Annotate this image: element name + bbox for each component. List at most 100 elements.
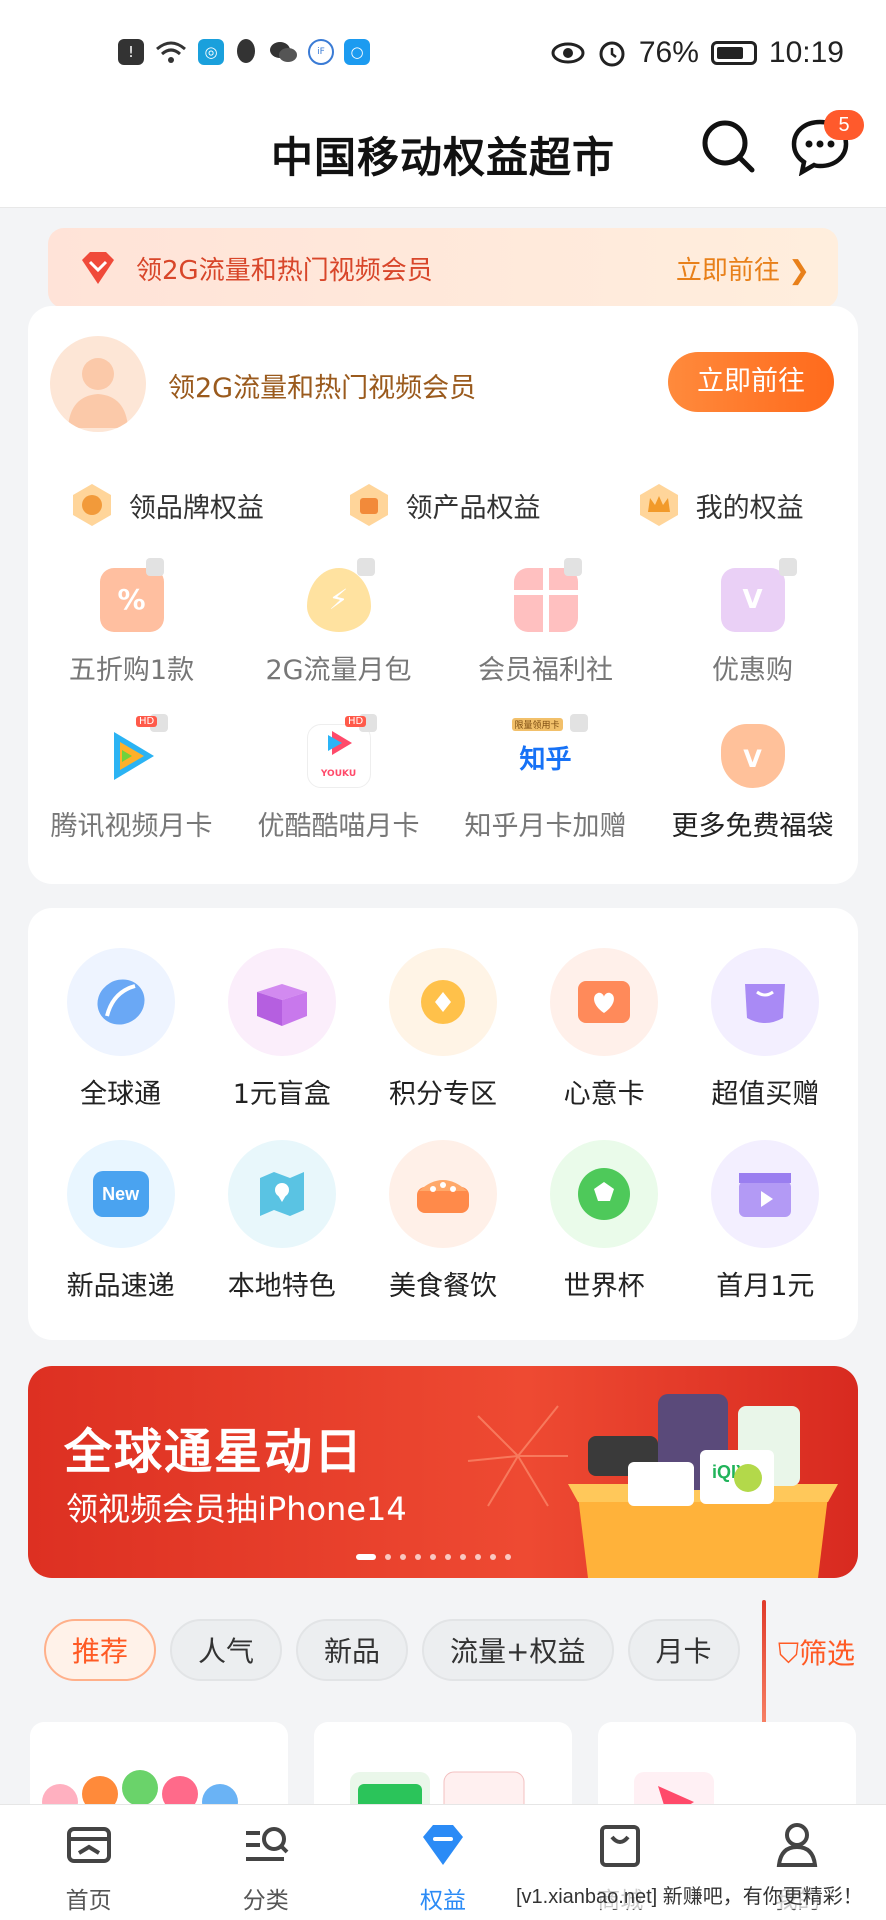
carousel-dot[interactable]: [505, 1554, 511, 1560]
lock-icon: [146, 558, 164, 576]
video-clapper-icon: [711, 1140, 820, 1248]
benefit-2g-data[interactable]: ⚡ 2G流量月包: [235, 558, 442, 687]
banner-subtitle: 领视频会员抽iPhone14: [66, 1490, 407, 1528]
zhihu-logo-text: 知乎: [519, 745, 572, 775]
tab-label: 领品牌权益: [128, 492, 264, 524]
diamond-icon: [82, 252, 114, 284]
carousel-dot[interactable]: [400, 1554, 406, 1560]
nav-home[interactable]: 首页: [0, 1805, 177, 1920]
carousel-dot[interactable]: [356, 1554, 376, 1560]
promo-strip-action[interactable]: 立即前往 ❯: [676, 250, 810, 287]
status-bar: ! ◎ iF ○ 76% 10:19: [0, 0, 886, 110]
carousel-dot[interactable]: [460, 1554, 466, 1560]
go-now-button[interactable]: 立即前往: [668, 352, 834, 412]
benefit-more-lucky-bags[interactable]: V 更多免费福袋: [649, 724, 856, 843]
benefit-member-welfare[interactable]: 会员福利社: [442, 558, 649, 687]
service-global[interactable]: 全球通: [46, 948, 196, 1111]
services-card: 全球通 1元盲盒 积分专区 心意卡 超值买赠 New 新品速递 本地特色 美食餐…: [28, 908, 858, 1340]
promo-banner[interactable]: iQIYI 全球通星动日 领视频会员抽iPhone14: [28, 1366, 858, 1578]
gift-icon: [513, 568, 578, 632]
funnel-icon: ⛉: [778, 1637, 800, 1670]
tab-brand-benefits[interactable]: 领品牌权益: [28, 482, 305, 528]
filter-chip[interactable]: 推荐: [44, 1619, 157, 1681]
benefit-label: 优惠购: [712, 655, 793, 686]
app-header: 中国移动权益超市 5: [0, 110, 886, 208]
service-world-cup[interactable]: 世界杯: [529, 1140, 679, 1303]
hd-tag: HD: [136, 716, 158, 727]
china-mobile-icon: ◎: [198, 39, 224, 65]
benefit-label: 2G流量月包: [265, 655, 412, 686]
service-label: 本地特色: [227, 1271, 336, 1302]
battery-icon: [710, 41, 757, 65]
filter-label: 筛选: [799, 1637, 856, 1670]
wifi-icon: [156, 41, 186, 63]
benefit-tencent-video[interactable]: HD 腾讯视频月卡: [28, 714, 235, 843]
service-new-arrivals[interactable]: New 新品速递: [46, 1140, 196, 1303]
benefit-discount-buy[interactable]: V 优惠购: [649, 558, 856, 687]
filter-chip[interactable]: 新品: [296, 1619, 409, 1681]
carousel-dot[interactable]: [490, 1554, 496, 1560]
notification-icons: ! ◎ iF ○: [118, 38, 370, 66]
filter-chip[interactable]: 流量+权益: [422, 1619, 614, 1681]
tab-my-benefits[interactable]: 我的权益: [581, 482, 858, 528]
service-local-specialty[interactable]: 本地特色: [207, 1140, 357, 1303]
benefit-label: 会员福利社: [478, 655, 613, 686]
nav-label: 分类: [242, 1888, 289, 1914]
carousel-dot[interactable]: [385, 1554, 391, 1560]
service-blind-box[interactable]: 1元盲盒: [207, 948, 357, 1111]
watermark: [v1.xianbao.net] 新赚吧，有你更精彩！: [516, 1880, 863, 1909]
promo-strip[interactable]: 领2G流量和热门视频会员 立即前往 ❯: [48, 228, 838, 308]
filter-chip[interactable]: 人气: [170, 1619, 283, 1681]
service-label: 新品速递: [66, 1271, 175, 1302]
lock-icon: [779, 558, 797, 576]
home-icon: [66, 1827, 111, 1863]
promo-strip-text: 领2G流量和热门视频会员: [136, 256, 433, 286]
battery-fill: [716, 47, 743, 59]
carousel-dot[interactable]: [445, 1554, 451, 1560]
service-heart-card[interactable]: 心意卡: [529, 948, 679, 1111]
tab-product-benefits[interactable]: 领产品权益: [305, 482, 582, 528]
nav-label: 首页: [65, 1888, 112, 1914]
product-benefit-icon: [349, 484, 388, 526]
limited-tag: 限量领用卡: [511, 718, 563, 731]
search-icon[interactable]: [698, 116, 758, 176]
points-icon: [388, 948, 497, 1056]
benefit-label: 知乎月卡加赠: [464, 811, 627, 842]
filter-chip[interactable]: 月卡: [627, 1619, 740, 1681]
service-label: 心意卡: [563, 1079, 645, 1110]
blind-box-icon: [227, 948, 336, 1056]
filter-tabs: 推荐 人气 新品 流量+权益 月卡: [44, 1618, 886, 1682]
carousel-dot[interactable]: [475, 1554, 481, 1560]
benefit-half-price[interactable]: % 五折购1款: [28, 558, 235, 687]
service-points[interactable]: 积分专区: [368, 948, 518, 1111]
service-food[interactable]: 美食餐饮: [368, 1140, 518, 1303]
heart-card-icon: [550, 948, 659, 1056]
benefit-youku[interactable]: YOUKU HD 优酷酷喵月卡: [235, 714, 442, 843]
service-label: 超值买赠: [711, 1079, 820, 1110]
banner-title: 全球通星动日: [64, 1424, 365, 1480]
fireworks-decoration: iQIYI: [467, 1394, 838, 1578]
alert-icon: !: [118, 39, 144, 65]
carousel-dot[interactable]: [430, 1554, 436, 1560]
service-bonus-buy[interactable]: 超值买赠: [690, 948, 840, 1111]
shopping-bag-icon: [600, 1825, 641, 1867]
benefit-tabs: 领品牌权益 领产品权益 我的权益: [28, 482, 858, 528]
iflytek-icon: iF: [308, 39, 334, 65]
bonus-bag-icon: [711, 948, 820, 1056]
member-benefits-card: 领2G流量和热门视频会员 立即前往 领品牌权益 领产品权益 我的权益 % 五折购…: [28, 306, 858, 884]
filter-button[interactable]: ⛉筛选: [778, 1632, 855, 1672]
nav-benefits[interactable]: 权益: [354, 1805, 531, 1920]
carousel-dot[interactable]: [415, 1554, 421, 1560]
zhihu-icon: 限量领用卡 知乎: [511, 718, 578, 788]
lock-icon: [564, 558, 582, 576]
services-row-2: New 新品速递 本地特色 美食餐饮 世界杯 首月1元: [28, 1140, 858, 1303]
service-label: 全球通: [80, 1079, 162, 1110]
qq-icon: [237, 39, 255, 63]
service-first-month[interactable]: 首月1元: [690, 1140, 840, 1303]
service-label: 美食餐饮: [388, 1271, 497, 1302]
lock-icon: [357, 558, 375, 576]
youku-icon: YOUKU: [306, 724, 371, 788]
nav-category[interactable]: 分类: [177, 1805, 354, 1920]
benefit-zhihu[interactable]: 限量领用卡 知乎 知乎月卡加赠: [442, 714, 649, 843]
service-label: 世界杯: [563, 1271, 645, 1302]
